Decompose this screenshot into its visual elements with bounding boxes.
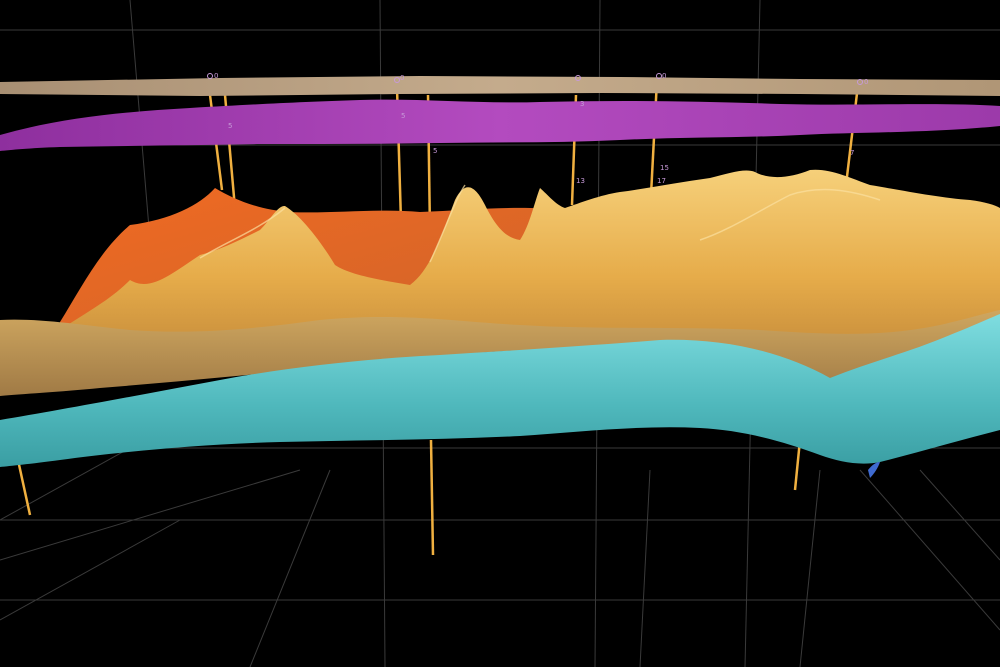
well-label: 15 (660, 164, 669, 172)
well-label: 0 (662, 72, 666, 80)
well-label: 5 (228, 122, 232, 130)
well-marker-icon (207, 73, 213, 79)
blue-surface-fragment (868, 462, 880, 478)
yellow-surface-layer (60, 169, 1000, 349)
well-label: 13 (576, 177, 585, 185)
well-label: 5 (401, 112, 405, 120)
geologic-surface-scene[interactable]: 0 5 5 5 3 13 0 15 17 0 7 0 (0, 0, 1000, 667)
well-label: 0 (400, 74, 404, 82)
well-label: 7 (850, 149, 854, 157)
well-label: 5 (433, 147, 437, 155)
3d-viewport[interactable]: 0 5 5 5 3 13 0 15 17 0 7 0 (0, 0, 1000, 667)
well-label: 3 (580, 100, 584, 108)
well-label: 0 (864, 78, 868, 86)
well-label: 17 (657, 177, 666, 185)
well-label: 0 (214, 72, 218, 80)
top-surface-layer (0, 76, 1000, 96)
